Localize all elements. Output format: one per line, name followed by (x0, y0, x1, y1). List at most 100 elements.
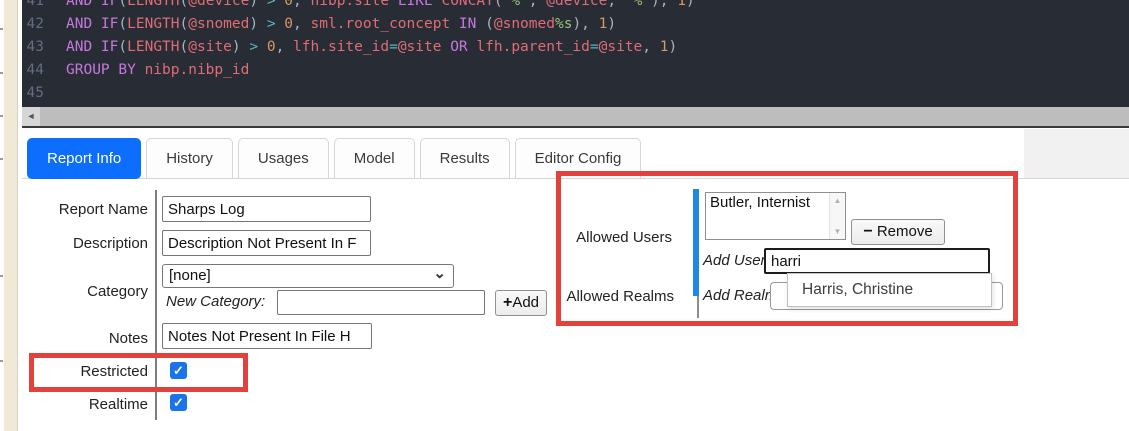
add-user-label: Add User: (703, 252, 770, 269)
editor-bottom-border (22, 126, 1129, 128)
restricted-checkbox[interactable]: ✓ (170, 362, 187, 379)
code-token: @site (188, 39, 232, 55)
code-token: @site (398, 39, 442, 55)
code-token: OR (450, 39, 467, 55)
code-lines: 41AND IF(LENGTH(@device) > 0, nibp.site … (22, 0, 1129, 105)
code-token: ) (669, 39, 678, 55)
code-token: ( (180, 39, 189, 55)
code-token: AND IF (66, 0, 118, 9)
code-token: > (249, 39, 258, 55)
code-token: 1 (660, 39, 669, 55)
code-token: , (607, 0, 624, 9)
notes-input[interactable] (162, 323, 372, 349)
code-token: ( (180, 0, 189, 9)
line-number: 44 (22, 59, 66, 82)
code-token: = (590, 39, 599, 55)
edge-tick (0, 28, 3, 30)
code-token: 0 (284, 16, 293, 32)
code-token: CONCAT (441, 0, 493, 9)
code-token: , (293, 16, 310, 32)
sql-code-editor[interactable]: 41AND IF(LENGTH(@device) > 0, nibp.site … (22, 0, 1129, 107)
scroll-up-icon[interactable]: ▲ (830, 196, 845, 205)
scroll-left-icon[interactable]: ◄ (22, 107, 40, 126)
suggestion-item[interactable]: Harris, Christine (788, 274, 991, 306)
code-token: ( (494, 0, 503, 9)
edge-tick (0, 158, 3, 160)
scroll-down-icon[interactable]: ▼ (830, 227, 845, 236)
code-line: 45 (22, 82, 1129, 105)
chevron-down-icon: ⌄ (433, 263, 446, 285)
code-token: , (276, 39, 293, 55)
tab-editor-config[interactable]: Editor Config (515, 138, 642, 179)
tab-usages[interactable]: Usages (238, 138, 329, 179)
code-token: @snomed (494, 16, 555, 32)
code-token: 0 (267, 39, 276, 55)
code-token: ) (249, 0, 266, 9)
code-token: ), (651, 0, 677, 9)
category-select[interactable]: [none] ⌄ (162, 264, 454, 288)
user-autocomplete-dropdown: Harris, Christine (787, 273, 992, 307)
code-token: lfh.site_id (293, 39, 389, 55)
code-token: LIKE (398, 0, 433, 9)
code-token: GROUP BY (66, 62, 136, 78)
suggestion-items: Harris, Christine (788, 274, 991, 306)
report-name-label: Report Name (30, 201, 148, 218)
code-token (441, 39, 450, 55)
add-category-button[interactable]: +Add (495, 290, 547, 316)
form-separator-line (155, 190, 157, 420)
code-token: @site (599, 39, 643, 55)
line-number: 41 (22, 0, 66, 13)
description-input[interactable] (162, 230, 371, 256)
edge-tick (0, 360, 3, 362)
code-token: '%' (625, 0, 651, 9)
code-line: 41AND IF(LENGTH(@device) > 0, nibp.site … (22, 0, 1129, 13)
allowed-user-item[interactable]: Butler, Internist (706, 193, 829, 212)
code-token: ), (572, 16, 598, 32)
code-token: lfh.parent_id (476, 39, 590, 55)
code-token: ) (232, 39, 249, 55)
code-token: ( (180, 16, 189, 32)
allowed-users-items: Butler, Internist (706, 193, 829, 239)
code-token: ( (118, 0, 127, 9)
code-token (450, 16, 459, 32)
code-token (389, 0, 398, 9)
allowed-realms-label: Allowed Realms (550, 288, 674, 305)
plus-icon: + (503, 294, 512, 311)
edge-tick (0, 72, 3, 74)
code-token: nibp.site (311, 0, 390, 9)
add-user-input[interactable] (764, 248, 990, 274)
code-line: 43AND IF(LENGTH(@site) > 0, lfh.site_id=… (22, 36, 1129, 59)
code-token: = (389, 39, 398, 55)
code-token: AND IF (66, 16, 118, 32)
tab-model[interactable]: Model (334, 138, 415, 179)
code-token (276, 16, 285, 32)
code-token (136, 62, 145, 78)
remove-user-button[interactable]: − Remove (851, 219, 945, 245)
category-label: Category (30, 283, 148, 300)
minus-icon: − (863, 223, 872, 240)
realtime-checkbox[interactable]: ✓ (170, 394, 187, 411)
allowed-users-highlight-bar (693, 189, 699, 296)
code-token: , (529, 0, 546, 9)
tab-results[interactable]: Results (420, 138, 510, 179)
edge-tick (0, 275, 3, 277)
code-token: 1 (677, 0, 686, 9)
line-number: 42 (22, 13, 66, 36)
allowed-users-listbox[interactable]: Butler, Internist ▲ ▼ (705, 192, 846, 240)
code-line: 42AND IF(LENGTH(@snomed) > 0, sml.root_c… (22, 13, 1129, 36)
code-token: LENGTH (127, 0, 179, 9)
new-category-label: New Category: (166, 293, 265, 310)
code-token: '%' (503, 0, 529, 9)
tab-report-info[interactable]: Report Info (27, 138, 141, 179)
code-token: @device (546, 0, 607, 9)
code-token: , (642, 39, 659, 55)
new-category-input[interactable] (277, 290, 485, 315)
scrollbar-thumb[interactable] (40, 107, 1129, 126)
tabstrip-background (1024, 129, 1129, 179)
tab-history[interactable]: History (146, 138, 233, 179)
editor-horizontal-scrollbar[interactable]: ◄ (22, 107, 1129, 126)
listbox-scrollbar[interactable]: ▲ ▼ (829, 193, 845, 239)
report-name-input[interactable] (162, 196, 371, 222)
category-selected-value: [none] (169, 267, 211, 284)
code-token: ( (118, 39, 127, 55)
